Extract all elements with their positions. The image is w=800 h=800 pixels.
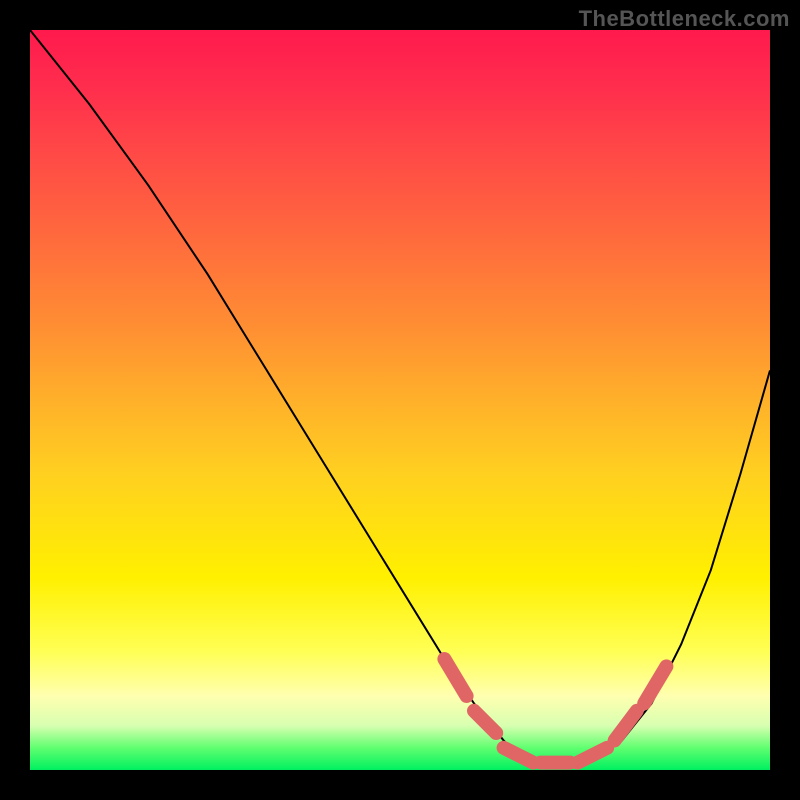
chart-frame: TheBottleneck.com [0,0,800,800]
trough-marker-segment [578,748,608,763]
bottleneck-curve [30,30,770,763]
trough-marker-segment [474,711,496,733]
plot-area [30,30,770,770]
trough-marker-segment [444,659,466,696]
trough-marker-segment [504,748,534,763]
trough-marker-segment [644,666,666,703]
trough-marker-segment [615,711,637,741]
curve-svg [30,30,770,770]
trough-markers [444,659,666,763]
watermark-text: TheBottleneck.com [579,6,790,32]
